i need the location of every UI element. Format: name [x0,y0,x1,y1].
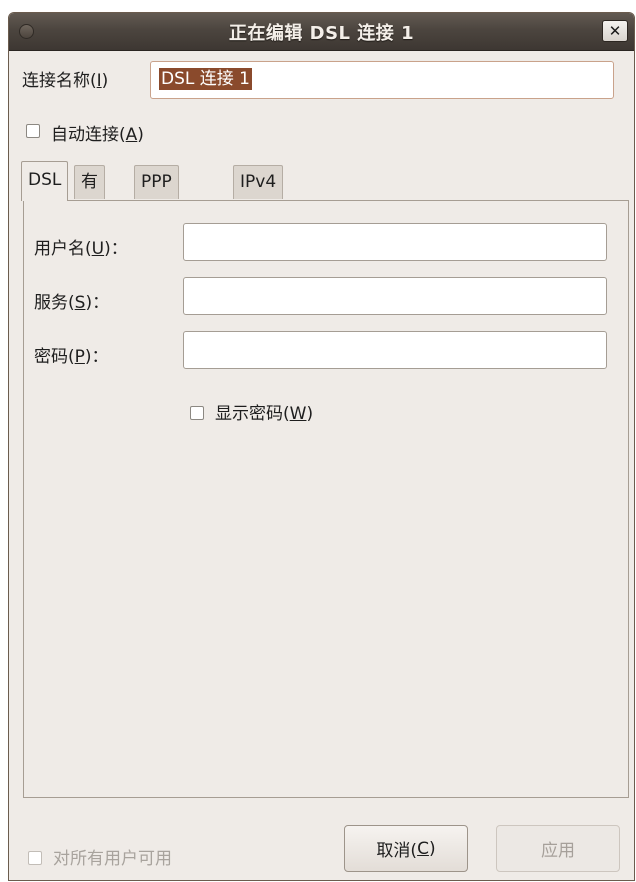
label-text: ) [306,404,314,424]
auto-connect-checkbox[interactable] [26,124,40,138]
mnemonic: W [289,404,307,424]
label-text: 密码( [34,347,75,367]
auto-connect-label[interactable]: 自动连接(A) [51,120,144,145]
label-text: ) [101,71,109,91]
label-text: )： [104,239,128,259]
close-icon: ✕ [608,21,622,40]
label-text: 连接名称( [22,71,97,91]
mnemonic: P [74,347,85,367]
apply-button[interactable]: 应用 [496,825,620,872]
dialog-window: 正在编辑 DSL 连接 1 ✕ 连接名称(I) DSL 连接 1 自动连接(A)… [8,12,635,881]
label-text: )： [84,347,109,367]
connection-name-value: DSL 连接 1 [159,68,252,90]
mnemonic: S [74,293,86,313]
window-title: 正在编辑 DSL 连接 1 [228,23,415,44]
tab-ipv4-settings[interactable]: IPv4 设置 [233,165,284,224]
mnemonic: A [125,125,138,145]
mnemonic: C [417,838,429,859]
close-button[interactable]: ✕ [602,20,628,42]
label-text: 自动连接( [51,125,126,145]
username-input[interactable] [183,223,607,261]
connection-name-label: 连接名称(I) [22,66,108,91]
label-text: ) [137,125,144,145]
connection-name-input[interactable]: DSL 连接 1 [150,61,614,99]
label-text: 服务( [34,293,75,313]
all-users-checkbox[interactable] [28,851,42,865]
show-password-label[interactable]: 显示密码(W) [215,399,313,424]
show-password-checkbox[interactable] [190,406,204,420]
label-text: 取消( [376,841,418,861]
tab-ppp-settings[interactable]: PPP 设置 [134,165,179,256]
mnemonic: U [91,239,105,259]
label-text: )： [85,293,110,313]
username-label: 用户名(U)： [34,234,128,259]
label-text: 显示密码( [215,404,290,424]
all-users-label[interactable]: 对所有用户可用 [53,844,172,869]
cancel-button[interactable]: 取消(C) [344,825,468,872]
password-input[interactable] [183,331,607,369]
service-input[interactable] [183,277,607,315]
label-text: 用户名( [34,239,92,259]
password-label: 密码(P)： [34,342,109,367]
service-label: 服务(S)： [34,288,109,313]
tab-wired[interactable]: 有线 [74,165,105,224]
tab-dsl[interactable]: DSL [21,161,69,201]
title-bar[interactable]: 正在编辑 DSL 连接 1 ✕ [9,13,634,51]
label-text: ) [428,838,436,859]
